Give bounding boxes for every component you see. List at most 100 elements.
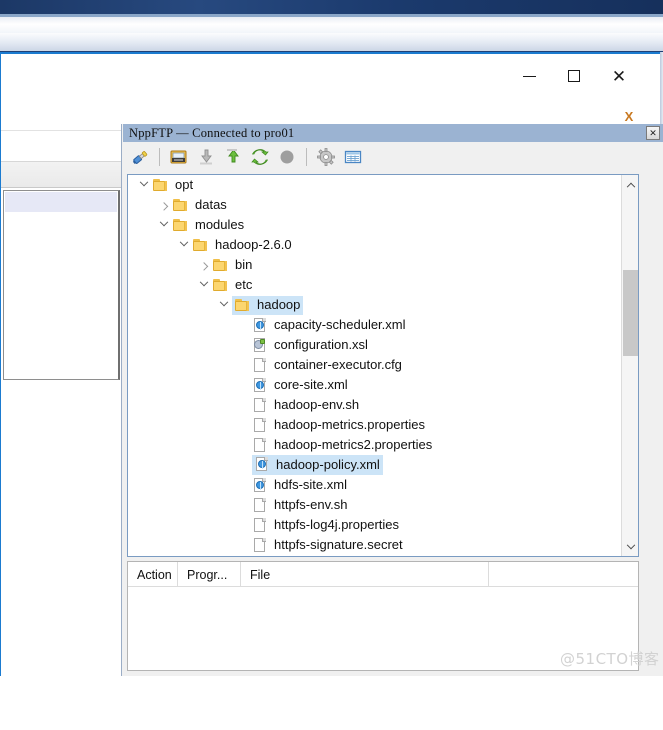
tree-row-content[interactable]: capacity-scheduler.xml bbox=[252, 317, 406, 334]
chevron-down-icon[interactable] bbox=[156, 217, 172, 233]
folder-icon bbox=[152, 177, 170, 193]
tree-row-content[interactable]: hadoop-policy.xml bbox=[252, 455, 383, 475]
scroll-down-arrow-icon[interactable] bbox=[622, 539, 639, 556]
scrollbar-thumb[interactable] bbox=[623, 270, 638, 356]
left-pane-list[interactable] bbox=[3, 190, 120, 380]
maximize-button[interactable] bbox=[554, 62, 594, 90]
tree-row[interactable]: hadoop-metrics.properties bbox=[128, 415, 621, 435]
nppftp-close-button[interactable]: ✕ bbox=[646, 126, 660, 140]
nppftp-toolbar bbox=[123, 142, 663, 172]
tree-row[interactable]: opt bbox=[128, 175, 621, 195]
folder-icon bbox=[212, 277, 230, 293]
tree-row[interactable]: hadoop-2.6.0 bbox=[128, 235, 621, 255]
tree-row-content[interactable]: bin bbox=[212, 257, 252, 273]
tree-row-content[interactable]: modules bbox=[172, 217, 244, 233]
tree-row-label: hadoop-policy.xml bbox=[276, 456, 380, 472]
tree-row-content[interactable]: httpfs-log4j.properties bbox=[252, 517, 399, 534]
tab-close-button[interactable]: X bbox=[621, 109, 637, 125]
tree-row-label: datas bbox=[195, 197, 227, 212]
tree-row[interactable]: datas bbox=[128, 195, 621, 215]
settings-gear-icon[interactable] bbox=[314, 145, 338, 169]
tree-row-content[interactable]: hadoop-metrics2.properties bbox=[252, 437, 432, 454]
tree-scroll-area[interactable]: opt datas modules hadoop-2.6.0 bin etc hadoop c… bbox=[128, 175, 621, 556]
tree-row-label: hadoop-2.6.0 bbox=[215, 237, 292, 252]
tree-row[interactable]: capacity-scheduler.xml bbox=[128, 315, 621, 335]
tree-row-label: etc bbox=[235, 277, 253, 292]
desktop-band-lower bbox=[0, 33, 663, 51]
folder-icon bbox=[212, 257, 230, 273]
download-icon[interactable] bbox=[194, 145, 218, 169]
tree-row-label: opt bbox=[175, 177, 194, 192]
tree-row-content[interactable]: core-site.xml bbox=[252, 377, 348, 394]
abort-icon[interactable] bbox=[275, 145, 299, 169]
tree-row[interactable]: httpfs-env.sh bbox=[128, 495, 621, 515]
tree-row[interactable]: container-executor.cfg bbox=[128, 355, 621, 375]
desktop-band-top bbox=[0, 0, 663, 14]
remote-file-tree[interactable]: opt datas modules hadoop-2.6.0 bin etc hadoop c… bbox=[127, 174, 639, 557]
queue-column-file[interactable]: File bbox=[241, 562, 489, 587]
tree-row[interactable]: hdfs-site.xml bbox=[128, 475, 621, 495]
tree-row-content[interactable]: hadoop-env.sh bbox=[252, 397, 359, 414]
nppftp-titlebar[interactable]: NppFTP — Connected to pro01 ✕ bbox=[123, 124, 663, 142]
xml-file-icon bbox=[254, 456, 270, 473]
xsl-file-icon bbox=[252, 337, 268, 354]
tree-row-content[interactable]: container-executor.cfg bbox=[252, 357, 402, 374]
tree-row[interactable]: core-site.xml bbox=[128, 375, 621, 395]
tree-row-content[interactable]: hdfs-site.xml bbox=[252, 477, 347, 494]
tree-row-content[interactable]: hadoop-metrics.properties bbox=[252, 417, 425, 434]
file-icon bbox=[252, 357, 268, 374]
chevron-right-icon[interactable] bbox=[156, 197, 172, 213]
abort-icon-svg bbox=[280, 150, 294, 164]
queue-column-action[interactable]: Action bbox=[128, 562, 178, 587]
file-icon bbox=[252, 517, 268, 534]
tree-row-content[interactable]: hadoop bbox=[232, 295, 304, 315]
open-folder-icon[interactable] bbox=[167, 145, 191, 169]
tree-row-content[interactable]: configuration.xsl bbox=[252, 337, 368, 354]
connect-icon[interactable] bbox=[128, 145, 152, 169]
chevron-down-icon[interactable] bbox=[216, 297, 232, 313]
refresh-icon[interactable] bbox=[248, 145, 272, 169]
file-icon bbox=[252, 397, 268, 414]
tree-row[interactable]: bin bbox=[128, 255, 621, 275]
tree-row-content[interactable]: httpfs-env.sh bbox=[252, 497, 347, 514]
tree-row[interactable]: hadoop bbox=[128, 295, 621, 315]
tree-row-content[interactable]: hadoop-2.6.0 bbox=[192, 237, 292, 253]
tree-row[interactable]: hadoop-metrics2.properties bbox=[128, 435, 621, 455]
tree-row[interactable]: etc bbox=[128, 275, 621, 295]
nppftp-panel: NppFTP — Connected to pro01 ✕ opt datas … bbox=[121, 124, 663, 676]
tree-row-label: httpfs-log4j.properties bbox=[274, 517, 400, 532]
left-pane-selected-row[interactable] bbox=[5, 192, 117, 212]
message-panel-icon[interactable] bbox=[341, 145, 365, 169]
xml-file-icon bbox=[252, 477, 268, 494]
download-icon-svg bbox=[200, 149, 212, 165]
tree-row[interactable]: configuration.xsl bbox=[128, 335, 621, 355]
chevron-down-icon[interactable] bbox=[196, 277, 212, 293]
tree-row[interactable]: httpfs-signature.secret bbox=[128, 535, 621, 555]
tree-row-content[interactable]: datas bbox=[172, 197, 227, 213]
tree-row[interactable]: modules bbox=[128, 215, 621, 235]
close-button[interactable]: ✕ bbox=[599, 62, 639, 90]
minimize-button[interactable] bbox=[509, 62, 549, 90]
tree-row-content[interactable]: etc bbox=[212, 277, 252, 293]
upload-icon[interactable] bbox=[221, 145, 245, 169]
chevron-right-icon[interactable] bbox=[196, 257, 212, 273]
chevron-down-icon[interactable] bbox=[176, 237, 192, 253]
window-titlebar[interactable]: ✕ bbox=[1, 54, 662, 106]
settings-gear-icon-svg bbox=[317, 148, 335, 166]
tree-row[interactable]: hadoop-env.sh bbox=[128, 395, 621, 415]
tree-row[interactable]: httpfs-log4j.properties bbox=[128, 515, 621, 535]
message-panel-icon-svg bbox=[344, 150, 362, 164]
tree-row-content[interactable]: httpfs-signature.secret bbox=[252, 537, 403, 554]
tree-row[interactable]: hadoop-policy.xml bbox=[128, 455, 621, 475]
tree-vertical-scrollbar[interactable] bbox=[621, 175, 638, 556]
chevron-down-icon[interactable] bbox=[136, 177, 152, 193]
tree-row-content[interactable]: opt bbox=[152, 177, 193, 193]
queue-column-filler bbox=[489, 562, 638, 587]
open-folder-icon-svg bbox=[170, 150, 187, 164]
queue-column-progress[interactable]: Progr... bbox=[178, 562, 241, 587]
scroll-up-arrow-icon[interactable] bbox=[622, 175, 639, 192]
